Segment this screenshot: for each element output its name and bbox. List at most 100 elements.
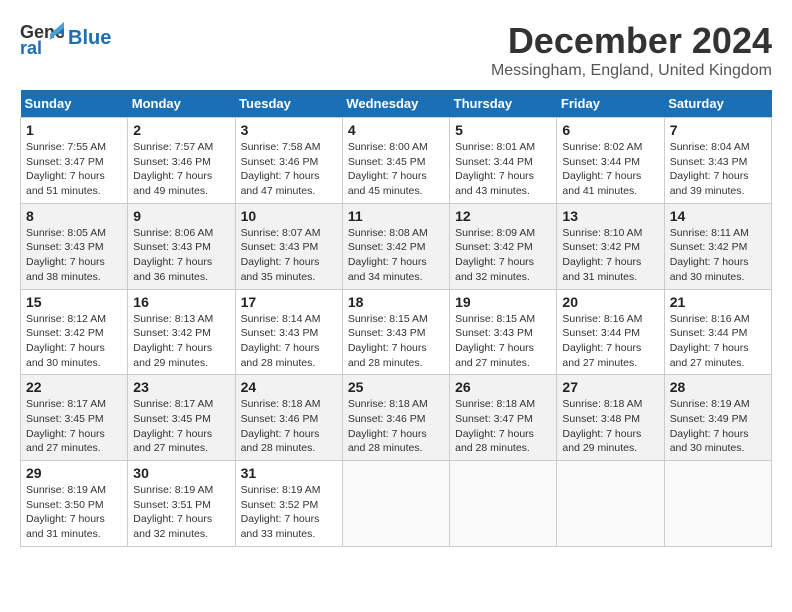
calendar-cell: 30 Sunrise: 8:19 AMSunset: 3:51 PMDaylig… (128, 461, 235, 547)
day-number: 18 (348, 294, 444, 310)
day-number: 31 (241, 465, 337, 481)
day-number: 1 (26, 122, 122, 138)
day-info: Sunrise: 8:16 AMSunset: 3:44 PMDaylight:… (670, 312, 766, 371)
day-number: 5 (455, 122, 551, 138)
day-number: 22 (26, 379, 122, 395)
calendar-cell: 2 Sunrise: 7:57 AMSunset: 3:46 PMDayligh… (128, 118, 235, 204)
day-info: Sunrise: 8:00 AMSunset: 3:45 PMDaylight:… (348, 140, 444, 199)
calendar-cell: 10 Sunrise: 8:07 AMSunset: 3:43 PMDaylig… (235, 203, 342, 289)
day-number: 6 (562, 122, 658, 138)
days-header-row: SundayMondayTuesdayWednesdayThursdayFrid… (21, 90, 772, 118)
calendar-cell: 3 Sunrise: 7:58 AMSunset: 3:46 PMDayligh… (235, 118, 342, 204)
week-row-2: 8 Sunrise: 8:05 AMSunset: 3:43 PMDayligh… (21, 203, 772, 289)
day-info: Sunrise: 8:19 AMSunset: 3:49 PMDaylight:… (670, 397, 766, 456)
calendar-cell: 14 Sunrise: 8:11 AMSunset: 3:42 PMDaylig… (664, 203, 771, 289)
calendar-cell: 29 Sunrise: 8:19 AMSunset: 3:50 PMDaylig… (21, 461, 128, 547)
day-header-thursday: Thursday (450, 90, 557, 118)
logo-blue-text: Blue (68, 27, 111, 50)
day-info: Sunrise: 8:09 AMSunset: 3:42 PMDaylight:… (455, 226, 551, 285)
day-info: Sunrise: 8:01 AMSunset: 3:44 PMDaylight:… (455, 140, 551, 199)
day-number: 19 (455, 294, 551, 310)
calendar-cell: 5 Sunrise: 8:01 AMSunset: 3:44 PMDayligh… (450, 118, 557, 204)
svg-text:ral: ral (20, 38, 42, 56)
day-number: 15 (26, 294, 122, 310)
day-number: 17 (241, 294, 337, 310)
day-number: 3 (241, 122, 337, 138)
location: Messingham, England, United Kingdom (491, 62, 772, 80)
logo-icon: Gene ral (20, 20, 64, 56)
week-row-5: 29 Sunrise: 8:19 AMSunset: 3:50 PMDaylig… (21, 461, 772, 547)
day-info: Sunrise: 8:12 AMSunset: 3:42 PMDaylight:… (26, 312, 122, 371)
calendar-cell (557, 461, 664, 547)
day-number: 9 (133, 208, 229, 224)
day-number: 12 (455, 208, 551, 224)
calendar-cell: 20 Sunrise: 8:16 AMSunset: 3:44 PMDaylig… (557, 289, 664, 375)
calendar-cell: 16 Sunrise: 8:13 AMSunset: 3:42 PMDaylig… (128, 289, 235, 375)
calendar-cell: 19 Sunrise: 8:15 AMSunset: 3:43 PMDaylig… (450, 289, 557, 375)
day-number: 14 (670, 208, 766, 224)
day-header-wednesday: Wednesday (342, 90, 449, 118)
day-info: Sunrise: 7:55 AMSunset: 3:47 PMDaylight:… (26, 140, 122, 199)
calendar-cell (664, 461, 771, 547)
calendar-cell: 12 Sunrise: 8:09 AMSunset: 3:42 PMDaylig… (450, 203, 557, 289)
calendar-cell: 1 Sunrise: 7:55 AMSunset: 3:47 PMDayligh… (21, 118, 128, 204)
day-info: Sunrise: 8:07 AMSunset: 3:43 PMDaylight:… (241, 226, 337, 285)
day-info: Sunrise: 8:15 AMSunset: 3:43 PMDaylight:… (455, 312, 551, 371)
calendar-cell: 25 Sunrise: 8:18 AMSunset: 3:46 PMDaylig… (342, 375, 449, 461)
day-info: Sunrise: 7:58 AMSunset: 3:46 PMDaylight:… (241, 140, 337, 199)
day-info: Sunrise: 8:13 AMSunset: 3:42 PMDaylight:… (133, 312, 229, 371)
calendar-cell: 9 Sunrise: 8:06 AMSunset: 3:43 PMDayligh… (128, 203, 235, 289)
day-info: Sunrise: 8:02 AMSunset: 3:44 PMDaylight:… (562, 140, 658, 199)
calendar-cell: 24 Sunrise: 8:18 AMSunset: 3:46 PMDaylig… (235, 375, 342, 461)
day-info: Sunrise: 8:17 AMSunset: 3:45 PMDaylight:… (26, 397, 122, 456)
day-info: Sunrise: 8:11 AMSunset: 3:42 PMDaylight:… (670, 226, 766, 285)
day-header-friday: Friday (557, 90, 664, 118)
calendar-cell: 28 Sunrise: 8:19 AMSunset: 3:49 PMDaylig… (664, 375, 771, 461)
day-info: Sunrise: 8:19 AMSunset: 3:52 PMDaylight:… (241, 483, 337, 542)
day-number: 4 (348, 122, 444, 138)
calendar-cell (342, 461, 449, 547)
calendar-cell (450, 461, 557, 547)
week-row-3: 15 Sunrise: 8:12 AMSunset: 3:42 PMDaylig… (21, 289, 772, 375)
calendar-cell: 21 Sunrise: 8:16 AMSunset: 3:44 PMDaylig… (664, 289, 771, 375)
calendar-cell: 26 Sunrise: 8:18 AMSunset: 3:47 PMDaylig… (450, 375, 557, 461)
day-number: 26 (455, 379, 551, 395)
day-info: Sunrise: 8:16 AMSunset: 3:44 PMDaylight:… (562, 312, 658, 371)
page-header: Gene ral Blue December 2024 Messingham, … (20, 20, 772, 80)
calendar-cell: 31 Sunrise: 8:19 AMSunset: 3:52 PMDaylig… (235, 461, 342, 547)
day-number: 8 (26, 208, 122, 224)
calendar-cell: 11 Sunrise: 8:08 AMSunset: 3:42 PMDaylig… (342, 203, 449, 289)
day-info: Sunrise: 8:18 AMSunset: 3:46 PMDaylight:… (241, 397, 337, 456)
calendar-cell: 17 Sunrise: 8:14 AMSunset: 3:43 PMDaylig… (235, 289, 342, 375)
day-number: 16 (133, 294, 229, 310)
calendar-cell: 23 Sunrise: 8:17 AMSunset: 3:45 PMDaylig… (128, 375, 235, 461)
day-number: 11 (348, 208, 444, 224)
day-number: 23 (133, 379, 229, 395)
calendar-table: SundayMondayTuesdayWednesdayThursdayFrid… (20, 90, 772, 547)
logo: Gene ral Blue (20, 20, 111, 56)
calendar-cell: 22 Sunrise: 8:17 AMSunset: 3:45 PMDaylig… (21, 375, 128, 461)
day-info: Sunrise: 8:10 AMSunset: 3:42 PMDaylight:… (562, 226, 658, 285)
calendar-cell: 6 Sunrise: 8:02 AMSunset: 3:44 PMDayligh… (557, 118, 664, 204)
day-number: 10 (241, 208, 337, 224)
day-info: Sunrise: 8:15 AMSunset: 3:43 PMDaylight:… (348, 312, 444, 371)
calendar-cell: 8 Sunrise: 8:05 AMSunset: 3:43 PMDayligh… (21, 203, 128, 289)
day-info: Sunrise: 8:18 AMSunset: 3:47 PMDaylight:… (455, 397, 551, 456)
day-number: 27 (562, 379, 658, 395)
calendar-cell: 18 Sunrise: 8:15 AMSunset: 3:43 PMDaylig… (342, 289, 449, 375)
day-number: 28 (670, 379, 766, 395)
day-info: Sunrise: 8:18 AMSunset: 3:46 PMDaylight:… (348, 397, 444, 456)
day-info: Sunrise: 8:19 AMSunset: 3:50 PMDaylight:… (26, 483, 122, 542)
day-header-sunday: Sunday (21, 90, 128, 118)
day-number: 24 (241, 379, 337, 395)
week-row-4: 22 Sunrise: 8:17 AMSunset: 3:45 PMDaylig… (21, 375, 772, 461)
day-header-tuesday: Tuesday (235, 90, 342, 118)
month-title: December 2024 (491, 20, 772, 62)
calendar-cell: 15 Sunrise: 8:12 AMSunset: 3:42 PMDaylig… (21, 289, 128, 375)
day-info: Sunrise: 8:18 AMSunset: 3:48 PMDaylight:… (562, 397, 658, 456)
week-row-1: 1 Sunrise: 7:55 AMSunset: 3:47 PMDayligh… (21, 118, 772, 204)
calendar-cell: 27 Sunrise: 8:18 AMSunset: 3:48 PMDaylig… (557, 375, 664, 461)
day-info: Sunrise: 8:19 AMSunset: 3:51 PMDaylight:… (133, 483, 229, 542)
day-info: Sunrise: 8:06 AMSunset: 3:43 PMDaylight:… (133, 226, 229, 285)
calendar-cell: 13 Sunrise: 8:10 AMSunset: 3:42 PMDaylig… (557, 203, 664, 289)
